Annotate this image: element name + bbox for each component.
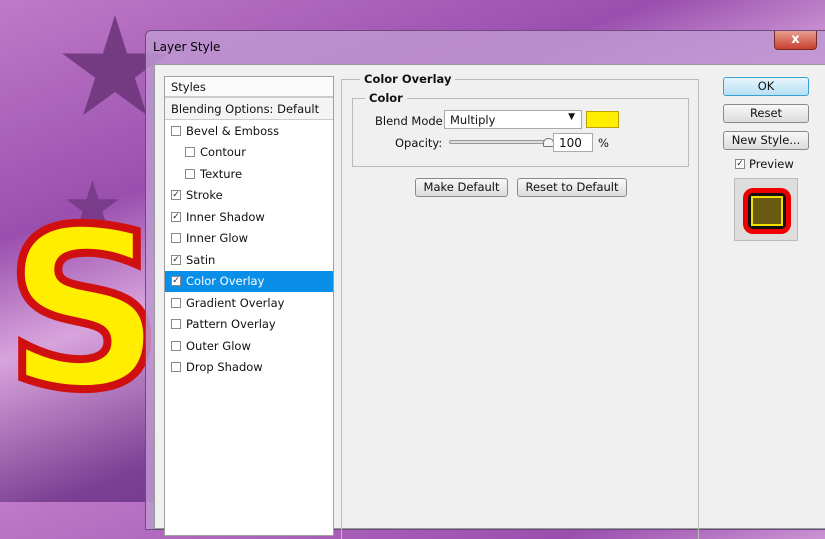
opacity-label: Opacity: bbox=[395, 136, 443, 150]
style-item-contour[interactable]: Contour bbox=[165, 142, 333, 164]
close-button[interactable]: x bbox=[774, 31, 817, 50]
layer-style-dialog: Layer Style x Styles Blending Options: D… bbox=[145, 30, 825, 539]
style-item-label: Contour bbox=[200, 145, 246, 160]
overlay-color-swatch[interactable] bbox=[586, 111, 619, 128]
make-default-button[interactable]: Make Default bbox=[415, 178, 508, 197]
style-item-label: Stroke bbox=[186, 188, 223, 203]
checkbox-icon[interactable] bbox=[171, 362, 181, 373]
styles-list: Styles Blending Options: Default Bevel &… bbox=[164, 76, 334, 536]
reset-to-default-button[interactable]: Reset to Default bbox=[517, 178, 627, 197]
style-item-inner-shadow[interactable]: ✓ Inner Shadow bbox=[165, 206, 333, 228]
style-item-label: Pattern Overlay bbox=[186, 317, 276, 332]
style-item-color-overlay[interactable]: ✓ Color Overlay bbox=[165, 270, 333, 292]
checkbox-icon[interactable]: ✓ bbox=[171, 211, 181, 222]
opacity-slider[interactable] bbox=[449, 138, 554, 147]
style-item-label: Outer Glow bbox=[186, 338, 251, 353]
style-item-label: Inner Glow bbox=[186, 231, 248, 246]
style-item-texture[interactable]: Texture bbox=[165, 163, 333, 185]
preview-checkbox[interactable]: ✓ Preview bbox=[735, 157, 794, 171]
color-group: Color Blend Mode: Multiply ▼ Opacity: 10… bbox=[352, 91, 689, 167]
style-item-inner-glow[interactable]: Inner Glow bbox=[165, 228, 333, 250]
style-item-label: Drop Shadow bbox=[186, 360, 263, 375]
dialog-body: Styles Blending Options: Default Bevel &… bbox=[154, 64, 825, 539]
opacity-input[interactable]: 100 bbox=[553, 133, 593, 152]
checkbox-icon[interactable] bbox=[171, 319, 181, 330]
checkbox-icon[interactable] bbox=[171, 125, 181, 136]
reset-button[interactable]: Reset bbox=[723, 104, 809, 123]
style-item-label: Texture bbox=[200, 166, 243, 181]
style-item-outer-glow[interactable]: Outer Glow bbox=[165, 335, 333, 357]
opacity-unit: % bbox=[598, 136, 609, 150]
style-item-label: Bevel & Emboss bbox=[186, 123, 280, 138]
style-preview-thumbnail bbox=[734, 178, 798, 241]
dropdown-arrow-icon: ▼ bbox=[568, 112, 575, 122]
canvas-letter-artwork: S bbox=[1, 182, 168, 438]
checkbox-icon[interactable]: ✓ bbox=[171, 190, 181, 201]
style-item-label: Color Overlay bbox=[186, 274, 265, 289]
ok-button[interactable]: OK bbox=[723, 77, 809, 96]
checkbox-icon[interactable]: ✓ bbox=[171, 254, 181, 265]
checkbox-icon[interactable] bbox=[185, 168, 195, 179]
style-item-pattern-overlay[interactable]: Pattern Overlay bbox=[165, 314, 333, 336]
style-item-satin[interactable]: ✓ Satin bbox=[165, 249, 333, 271]
checkbox-icon[interactable] bbox=[185, 147, 195, 158]
checkbox-icon[interactable] bbox=[171, 297, 181, 308]
checkbox-icon[interactable]: ✓ bbox=[171, 276, 181, 287]
color-overlay-title: Color Overlay bbox=[360, 72, 456, 86]
color-overlay-group: Color Overlay Color Blend Mode: Multiply… bbox=[341, 72, 699, 539]
style-item-stroke[interactable]: ✓ Stroke bbox=[165, 185, 333, 207]
style-item-bevel-emboss[interactable]: Bevel & Emboss bbox=[165, 120, 333, 142]
color-group-title: Color bbox=[365, 91, 407, 105]
style-item-gradient-overlay[interactable]: Gradient Overlay bbox=[165, 292, 333, 314]
checkbox-icon[interactable] bbox=[171, 340, 181, 351]
checkbox-icon[interactable] bbox=[171, 233, 181, 244]
new-style-button[interactable]: New Style... bbox=[723, 131, 809, 150]
blend-mode-label: Blend Mode: bbox=[375, 114, 447, 128]
blending-options-item[interactable]: Blending Options: Default bbox=[165, 98, 333, 120]
checkbox-icon: ✓ bbox=[735, 159, 745, 169]
style-item-label: Gradient Overlay bbox=[186, 295, 285, 310]
style-item-label: Satin bbox=[186, 252, 216, 267]
dialog-title: Layer Style bbox=[153, 40, 221, 54]
blend-mode-value: Multiply bbox=[450, 113, 496, 127]
preview-label: Preview bbox=[749, 157, 794, 171]
style-item-label: Inner Shadow bbox=[186, 209, 265, 224]
styles-header[interactable]: Styles bbox=[165, 77, 333, 98]
style-item-drop-shadow[interactable]: Drop Shadow bbox=[165, 357, 333, 379]
blend-mode-select[interactable]: Multiply ▼ bbox=[444, 110, 582, 129]
